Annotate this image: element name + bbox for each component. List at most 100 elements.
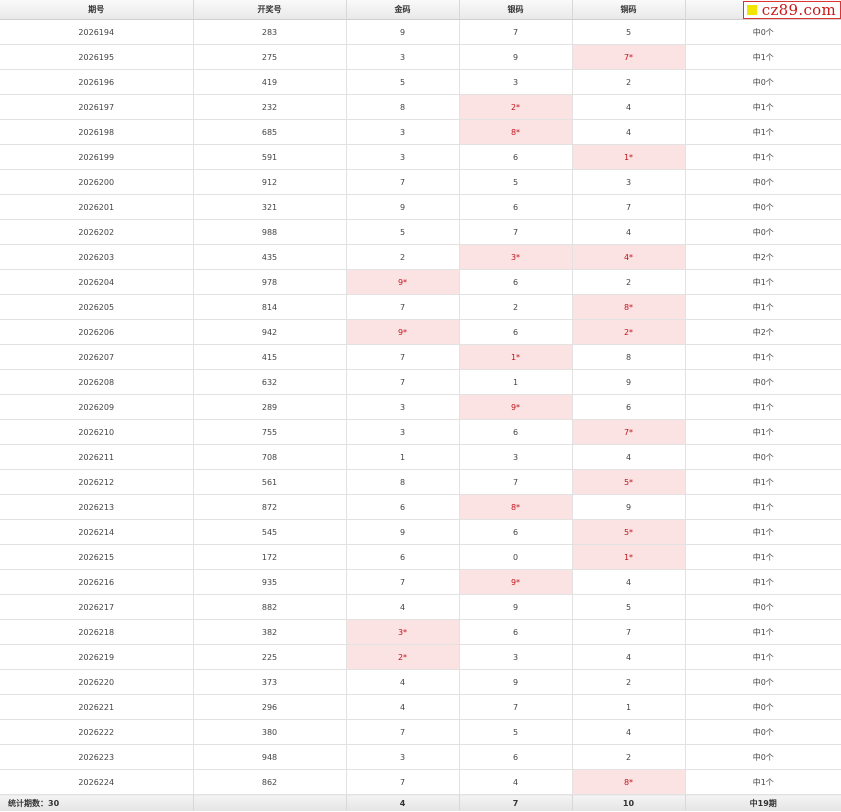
table-row: 2026200 912 7 5 3 中0个 <box>0 169 841 195</box>
cell-gold: 8 <box>346 94 460 120</box>
cell-silver: 1 <box>459 369 573 395</box>
cell-gold: 6 <box>346 494 460 520</box>
cell-num: 172 <box>193 544 347 570</box>
cell-result: 中1个 <box>685 769 841 795</box>
cell-result: 中1个 <box>685 469 841 495</box>
cell-issue: 2026218 <box>0 619 194 645</box>
cell-num: 632 <box>193 369 347 395</box>
cell-issue: 2026198 <box>0 119 194 145</box>
cell-issue: 2026202 <box>0 219 194 245</box>
cell-bronze: 7* <box>572 44 686 70</box>
cell-bronze: 6 <box>572 394 686 420</box>
cell-result: 中1个 <box>685 294 841 320</box>
cell-gold: 2 <box>346 244 460 270</box>
cell-issue: 2026221 <box>0 694 194 720</box>
header-issue[interactable]: 期号 <box>0 0 194 20</box>
header-bronze[interactable]: 铜码 <box>572 0 686 20</box>
header-draw-number[interactable]: 开奖号 <box>193 0 347 20</box>
cell-issue: 2026215 <box>0 544 194 570</box>
cell-bronze: 4 <box>572 644 686 670</box>
cell-gold: 3 <box>346 394 460 420</box>
cell-silver: 9 <box>459 594 573 620</box>
cell-result: 中1个 <box>685 619 841 645</box>
cell-bronze: 4 <box>572 94 686 120</box>
cell-gold: 7 <box>346 569 460 595</box>
cell-issue: 2026219 <box>0 644 194 670</box>
cell-issue: 2026203 <box>0 244 194 270</box>
cell-num: 988 <box>193 219 347 245</box>
cell-silver: 5 <box>459 169 573 195</box>
table-row: 2026219 225 2* 3 4 中1个 <box>0 644 841 670</box>
table-row: 2026216 935 7 9* 4 中1个 <box>0 569 841 595</box>
header-silver[interactable]: 银码 <box>459 0 573 20</box>
header-gold[interactable]: 金码 <box>346 0 460 20</box>
cell-num: 296 <box>193 694 347 720</box>
cell-gold: 1 <box>346 444 460 470</box>
table-row: 2026199 591 3 6 1* 中1个 <box>0 144 841 170</box>
cell-gold: 7 <box>346 719 460 745</box>
cell-gold: 9 <box>346 519 460 545</box>
cell-bronze: 5 <box>572 19 686 45</box>
cell-issue: 2026210 <box>0 419 194 445</box>
cell-num: 283 <box>193 19 347 45</box>
cell-issue: 2026197 <box>0 94 194 120</box>
cell-result: 中0个 <box>685 19 841 45</box>
cell-issue: 2026195 <box>0 44 194 70</box>
cell-silver: 7 <box>459 469 573 495</box>
cell-num: 373 <box>193 669 347 695</box>
cell-gold: 3 <box>346 419 460 445</box>
table-row: 2026222 380 7 5 4 中0个 <box>0 719 841 745</box>
cell-num: 435 <box>193 244 347 270</box>
cell-silver: 9* <box>459 569 573 595</box>
cell-issue: 2026194 <box>0 19 194 45</box>
cell-gold: 7 <box>346 344 460 370</box>
cell-silver: 3 <box>459 444 573 470</box>
cell-result: 中0个 <box>685 219 841 245</box>
cell-silver: 8* <box>459 494 573 520</box>
cell-silver: 9 <box>459 669 573 695</box>
cell-bronze: 4 <box>572 119 686 145</box>
cell-num: 561 <box>193 469 347 495</box>
cell-issue: 2026220 <box>0 669 194 695</box>
table-row: 2026196 419 5 3 2 中0个 <box>0 69 841 95</box>
site-watermark: cz89.com <box>742 1 841 19</box>
cell-result: 中2个 <box>685 244 841 270</box>
cell-result: 中0个 <box>685 669 841 695</box>
cell-silver: 6 <box>459 619 573 645</box>
cell-bronze: 3 <box>572 169 686 195</box>
cell-result: 中1个 <box>685 419 841 445</box>
summary-bronze: 10 <box>572 794 686 811</box>
table-row: 2026211 708 1 3 4 中0个 <box>0 444 841 470</box>
cell-issue: 2026205 <box>0 294 194 320</box>
cell-result: 中1个 <box>685 94 841 120</box>
cell-num: 321 <box>193 194 347 220</box>
cell-bronze: 2 <box>572 69 686 95</box>
cell-result: 中0个 <box>685 69 841 95</box>
cell-num: 942 <box>193 319 347 345</box>
cell-bronze: 7* <box>572 419 686 445</box>
cell-num: 935 <box>193 569 347 595</box>
cell-result: 中0个 <box>685 744 841 770</box>
cell-silver: 3 <box>459 644 573 670</box>
cell-num: 275 <box>193 44 347 70</box>
cell-silver: 6 <box>459 319 573 345</box>
table-row: 2026210 755 3 6 7* 中1个 <box>0 419 841 445</box>
cell-issue: 2026196 <box>0 69 194 95</box>
cell-result: 中1个 <box>685 144 841 170</box>
cell-bronze: 2 <box>572 669 686 695</box>
cell-result: 中0个 <box>685 719 841 745</box>
cell-gold: 6 <box>346 544 460 570</box>
cell-gold: 4 <box>346 594 460 620</box>
cell-silver: 7 <box>459 19 573 45</box>
table-row: 2026212 561 8 7 5* 中1个 <box>0 469 841 495</box>
cell-bronze: 2* <box>572 319 686 345</box>
cell-num: 978 <box>193 269 347 295</box>
summary-label: 统计期数：30 <box>0 794 194 811</box>
cell-num: 708 <box>193 444 347 470</box>
cell-bronze: 4 <box>572 219 686 245</box>
cell-num: 591 <box>193 144 347 170</box>
cell-gold: 9* <box>346 269 460 295</box>
cell-result: 中0个 <box>685 594 841 620</box>
cell-issue: 2026223 <box>0 744 194 770</box>
table-row: 2026209 289 3 9* 6 中1个 <box>0 394 841 420</box>
